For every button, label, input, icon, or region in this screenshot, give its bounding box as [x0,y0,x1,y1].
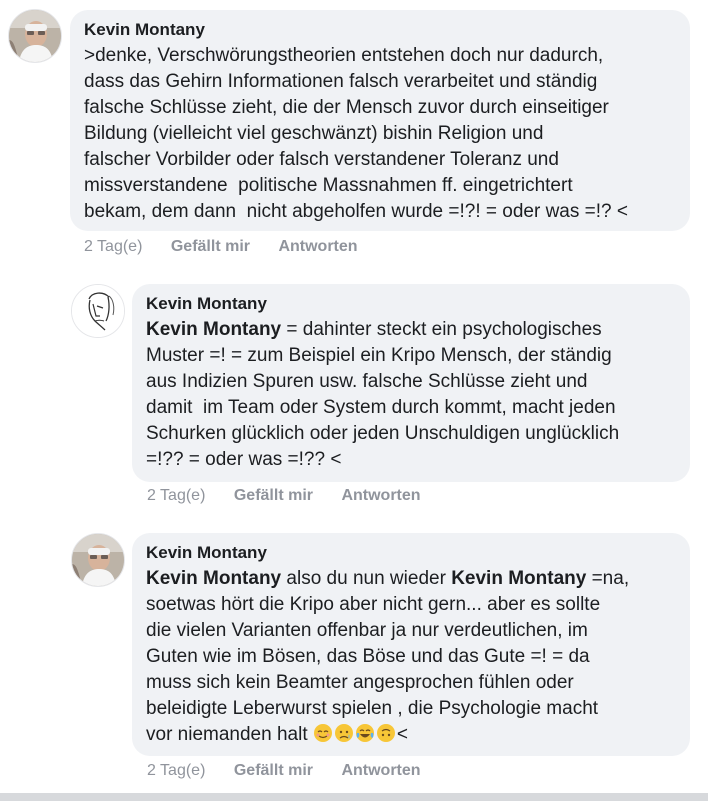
comment-body-end: < [396,724,408,745]
like-button[interactable]: Gefällt mir [234,762,313,780]
comment-text: Kevin Montany also du nun wieder Kevin M… [146,566,676,748]
sketch-face-avatar-icon[interactable] [71,284,125,338]
comment-text: >denke, Verschwörungstheorien entstehen … [84,45,628,222]
comment-bubble: Kevin Montany >denke, Verschwörungstheor… [70,10,690,231]
comment-author[interactable]: Kevin Montany [146,294,676,314]
upside-down-face-emoji [376,723,396,743]
like-button[interactable]: Gefällt mir [234,487,313,505]
comment-bubble: Kevin Montany Kevin Montany = dahinter s… [132,284,690,482]
comment-actions: 2 Tag(e) Gefällt mir Antworten [147,487,445,505]
relieved-face-emoji [313,723,333,743]
comment-bubble: Kevin Montany Kevin Montany also du nun … [132,533,690,756]
comment-timestamp[interactable]: 2 Tag(e) [147,762,205,780]
comment-body: =na, soetwas hört die Kripo aber nicht g… [146,568,630,745]
photo-avatar-icon[interactable] [71,533,125,587]
comment-body-intro: also du nun wieder [281,568,452,589]
reply-button[interactable]: Antworten [341,762,420,780]
photo-avatar-icon[interactable] [8,9,62,63]
comment-timestamp[interactable]: 2 Tag(e) [147,487,205,505]
mention-link[interactable]: Kevin Montany [146,319,281,340]
comment-actions: 2 Tag(e) Gefällt mir Antworten [147,762,445,780]
worried-face-emoji [334,723,354,743]
comment-author[interactable]: Kevin Montany [146,543,676,563]
comment-actions: 2 Tag(e) Gefällt mir Antworten [84,238,382,256]
like-button[interactable]: Gefällt mir [171,238,250,256]
comment-timestamp[interactable]: 2 Tag(e) [84,238,142,256]
comment-text: Kevin Montany = dahinter steckt ein psyc… [146,317,676,473]
comment-author[interactable]: Kevin Montany [84,20,676,40]
reply-button[interactable]: Antworten [278,238,357,256]
bottom-divider [0,793,708,801]
mention-link[interactable]: Kevin Montany [451,568,586,589]
reply-button[interactable]: Antworten [341,487,420,505]
mention-link[interactable]: Kevin Montany [146,568,281,589]
tears-of-joy-emoji [355,723,375,743]
comment-body: = dahinter steckt ein psychologisches Mu… [146,319,620,470]
